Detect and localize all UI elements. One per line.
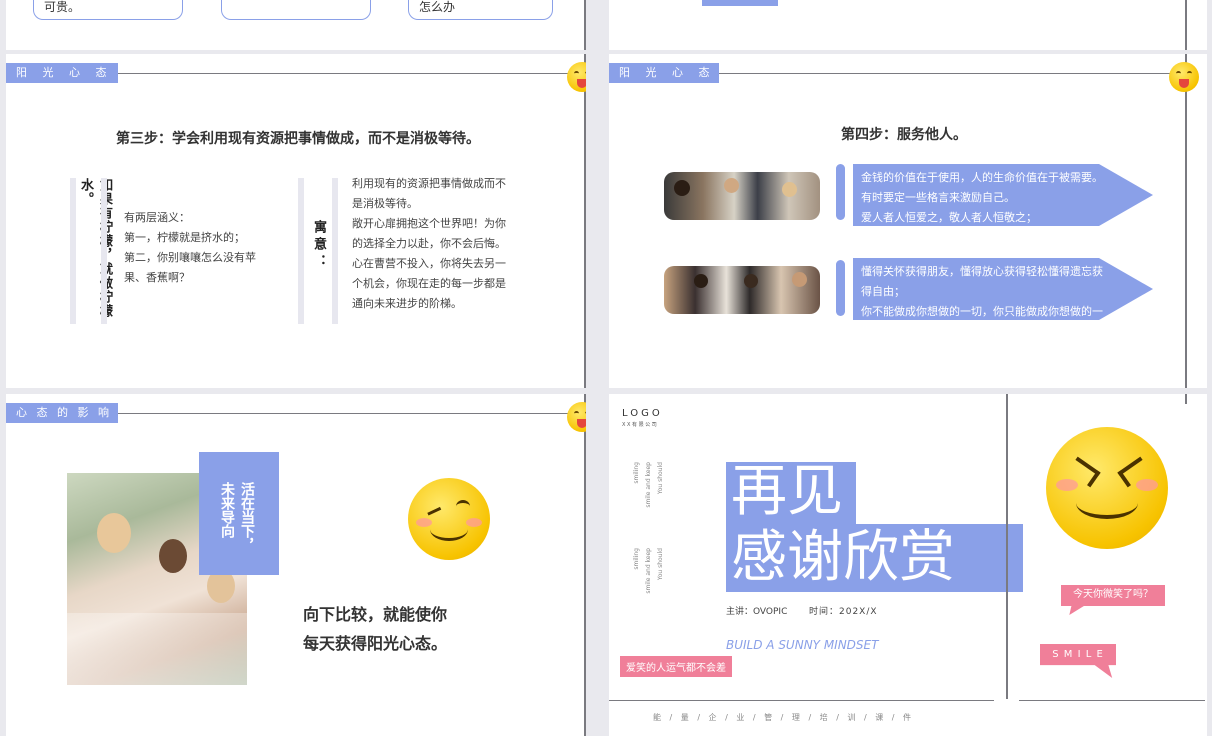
- vertical-tagline-2a: You should: [657, 548, 664, 581]
- speech-bubble-2: S M I L E: [1040, 644, 1116, 678]
- divider-vertical: [1006, 394, 1008, 699]
- tongue-smiley-icon: [1169, 62, 1199, 92]
- footer-text: 能 / 量 / 企 / 业 / 管 / 理 / 培 / 训 / 课 / 件: [653, 713, 912, 722]
- quote-arrow-1: 金钱的价值在于使用，人的生命价值在于被需要。 有时要定一些格言来激励自己。 爱人…: [853, 164, 1153, 226]
- vertical-tagline-1b: smile and keep: [645, 462, 652, 508]
- text-box-1: 可贵。: [33, 0, 183, 20]
- vertical-tagline-1a: You should: [657, 462, 664, 495]
- middle-bar: [298, 178, 304, 324]
- business-photo-1: [664, 172, 820, 220]
- slide-top-left: 可贵。 怎么办: [6, 0, 586, 50]
- section-tag: 阳 光 心 态: [609, 63, 719, 83]
- business-photo-2: [664, 266, 820, 314]
- vertical-tagline-2c: smiling: [633, 548, 640, 570]
- moral-label: 寓意：: [311, 220, 326, 271]
- header-line: [719, 73, 1179, 74]
- quote-arrow-2: 懂得关怀获得朋友，懂得放心获得轻松懂得遗忘获 得自由； 你不能做成你想做的一切，…: [853, 258, 1153, 320]
- divider-vertical-bottom: [1185, 394, 1187, 404]
- logo-subtitle: X X 有 限 公 司: [622, 422, 657, 428]
- wink-smiley-icon: [408, 478, 490, 560]
- blue-pill-2: [836, 260, 845, 316]
- slide-step-three: 阳 光 心 态 第三步：学会利用现有资源把事情做成，而不是消极等待。 如果有柠檬…: [6, 54, 586, 388]
- section-tag: 心 态 的 影 响: [6, 403, 118, 423]
- blue-block: [702, 0, 778, 6]
- footer-line-left: [609, 700, 994, 701]
- logo: LOGO: [622, 408, 663, 419]
- divider-vertical: [584, 394, 586, 736]
- speech-bubble-1: 今天你微笑了吗？: [1061, 585, 1165, 615]
- blue-pill-1: [836, 164, 845, 220]
- moral-text: 利用现有的资源把事情做成而不 是消极等待。 敞开心扉拥抱这个世界吧！为你 的选择…: [352, 177, 506, 310]
- text-box-2: [221, 0, 371, 20]
- presenter: 主讲：OVOPIC: [726, 607, 788, 617]
- vertical-tagline-1c: smiling: [633, 462, 640, 484]
- slide-top-right: [609, 0, 1207, 50]
- meaning-text: 有两层涵义： 第一，柠檬就是挤水的； 第二，你别嚷嚷怎么没有苹 果、香蕉啊？: [124, 211, 256, 284]
- header-line: [118, 73, 574, 74]
- slide-step-four: 阳 光 心 态 第四步：服务他人。 金钱的价值在于使用，人的生命价值在于被需要。…: [609, 54, 1207, 388]
- footer-line-right: [1019, 700, 1205, 701]
- vertical-label: 活在当下，未来导向: [219, 482, 255, 552]
- text-box-3: 怎么办: [408, 0, 553, 20]
- impact-text-2: 每天获得阳光心态。: [303, 634, 448, 653]
- section-tag: 阳 光 心 态: [6, 63, 118, 83]
- time: 时间：202X/X: [809, 607, 878, 617]
- left-bar-2: [101, 178, 107, 324]
- big-title-1: 再见: [731, 459, 843, 524]
- impact-text-1: 向下比较，就能使你: [303, 605, 448, 624]
- pink-bottom-tag: 爱笑的人运气都不会差: [620, 656, 732, 677]
- tongue-smiley-icon: [567, 402, 586, 432]
- divider-vertical: [1185, 0, 1187, 50]
- english-tagline: BUILD A SUNNY MINDSET: [726, 638, 879, 652]
- tongue-smiley-icon: [567, 62, 586, 92]
- laughing-smiley-icon: [1046, 427, 1168, 549]
- vertical-heading: 如果有柠檬，就做柠檬水。: [78, 178, 112, 318]
- slide-mindset-impact: 心 态 的 影 响 活在当下，未来导向 向下比较，就能使你 每天获得阳光心态。: [6, 394, 586, 736]
- middle-bar-2: [332, 178, 338, 324]
- divider-vertical: [584, 54, 586, 388]
- big-title-2: 感谢欣赏: [731, 525, 955, 590]
- header-line: [118, 413, 574, 414]
- divider-vertical: [1185, 54, 1187, 388]
- divider-vertical: [584, 0, 586, 50]
- vertical-label-block: 活在当下，未来导向: [199, 452, 279, 575]
- slide-thanks: LOGO X X 有 限 公 司 smiling smile and keep …: [609, 394, 1207, 736]
- vertical-tagline-2b: smile and keep: [645, 548, 652, 594]
- step-title: 第四步：服务他人。: [841, 127, 967, 143]
- step-title: 第三步：学会利用现有资源把事情做成，而不是消极等待。: [116, 131, 480, 147]
